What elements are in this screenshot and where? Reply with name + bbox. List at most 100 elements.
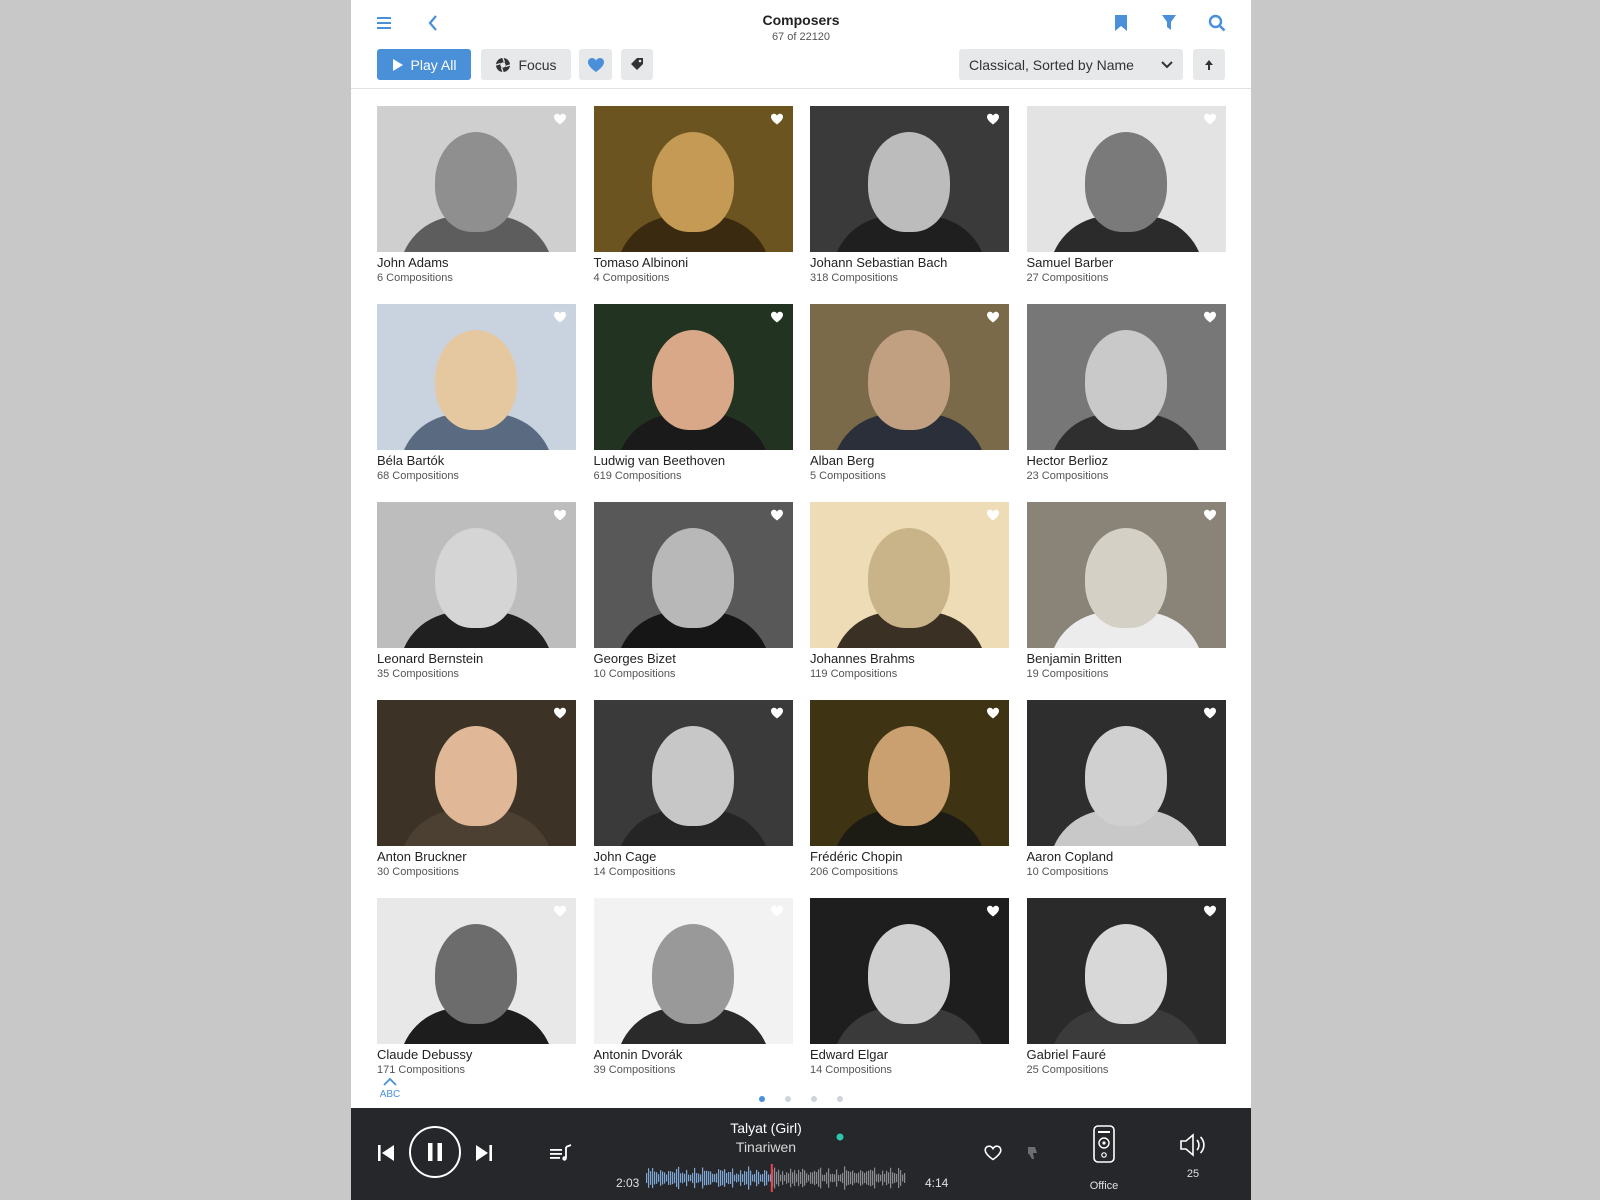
favorite-heart-icon[interactable] xyxy=(770,706,784,720)
photo-figure-head xyxy=(868,330,950,430)
composer-card[interactable]: John Cage 14 Compositions xyxy=(593,700,793,882)
menu-icon[interactable] xyxy=(371,9,399,37)
composer-card[interactable]: Benjamin Britten 19 Compositions xyxy=(1026,502,1226,684)
filter-icon[interactable] xyxy=(1155,9,1183,37)
composer-card[interactable]: Frédéric Chopin 206 Compositions xyxy=(810,700,1009,882)
favorite-heart-icon[interactable] xyxy=(553,508,567,522)
search-icon[interactable] xyxy=(1203,9,1231,37)
favorite-heart-icon[interactable] xyxy=(770,112,784,126)
favorite-heart-icon[interactable] xyxy=(553,904,567,918)
composer-photo[interactable] xyxy=(1026,106,1226,252)
composer-name: Alban Berg xyxy=(810,453,875,468)
waveform-bar xyxy=(734,1174,736,1182)
composer-photo[interactable] xyxy=(1026,898,1226,1044)
waveform-bar xyxy=(716,1173,718,1183)
favorite-heart-icon[interactable] xyxy=(1203,904,1217,918)
tags-button[interactable] xyxy=(621,49,653,80)
composer-card[interactable]: John Adams 6 Compositions xyxy=(377,106,576,288)
composer-card[interactable]: Johann Sebastian Bach 318 Compositions xyxy=(810,106,1009,288)
favorite-heart-icon[interactable] xyxy=(770,904,784,918)
composition-count: 14 Compositions xyxy=(810,1064,892,1076)
favorite-heart-icon[interactable] xyxy=(553,310,567,324)
sort-dropdown[interactable]: Classical, Sorted by Name xyxy=(959,49,1183,80)
photo-figure-head xyxy=(868,132,950,232)
favorite-heart-icon[interactable] xyxy=(1203,112,1217,126)
next-track-button[interactable] xyxy=(471,1140,497,1166)
composer-photo[interactable] xyxy=(377,502,576,648)
page-dot[interactable] xyxy=(785,1096,791,1102)
zone-button[interactable] xyxy=(1091,1124,1117,1164)
composer-card[interactable]: Tomaso Albinoni 4 Compositions xyxy=(593,106,793,288)
composer-card[interactable]: Edward Elgar 14 Compositions xyxy=(810,898,1009,1080)
composer-card[interactable]: Alban Berg 5 Compositions xyxy=(810,304,1009,486)
composer-photo[interactable] xyxy=(377,304,576,450)
sort-direction-button[interactable] xyxy=(1193,49,1225,80)
waveform-bar xyxy=(864,1172,866,1184)
favorite-heart-icon[interactable] xyxy=(770,310,784,324)
volume-button[interactable] xyxy=(1178,1130,1208,1160)
composer-photo[interactable] xyxy=(593,898,793,1044)
pause-button[interactable] xyxy=(409,1126,461,1178)
composer-card[interactable]: Ludwig van Beethoven 619 Compositions xyxy=(593,304,793,486)
waveform-bar xyxy=(718,1169,720,1187)
playhead-marker[interactable] xyxy=(770,1164,773,1192)
favorite-heart-icon[interactable] xyxy=(986,112,1000,126)
page-dot[interactable] xyxy=(759,1096,765,1102)
favorite-heart-icon[interactable] xyxy=(986,706,1000,720)
composer-photo[interactable] xyxy=(377,106,576,252)
favorite-heart-icon[interactable] xyxy=(986,508,1000,522)
composer-card[interactable]: Hector Berlioz 23 Compositions xyxy=(1026,304,1226,486)
play-all-button[interactable]: Play All xyxy=(377,49,471,80)
previous-track-button[interactable] xyxy=(373,1140,399,1166)
favorite-heart-icon[interactable] xyxy=(1203,706,1217,720)
page-dot[interactable] xyxy=(837,1096,843,1102)
composer-card[interactable]: Claude Debussy 171 Compositions xyxy=(377,898,576,1080)
page-dot[interactable] xyxy=(811,1096,817,1102)
waveform-seek-bar[interactable] xyxy=(646,1164,906,1192)
favorite-heart-icon[interactable] xyxy=(986,310,1000,324)
composer-name: Gabriel Fauré xyxy=(1026,1047,1106,1062)
ban-track-button[interactable] xyxy=(1021,1142,1045,1164)
composer-card[interactable]: Leonard Bernstein 35 Compositions xyxy=(377,502,576,684)
composer-photo[interactable] xyxy=(1026,700,1226,846)
composer-photo[interactable] xyxy=(1026,304,1226,450)
love-track-button[interactable] xyxy=(981,1142,1005,1164)
composer-photo[interactable] xyxy=(810,700,1009,846)
composer-photo[interactable] xyxy=(810,106,1009,252)
composer-name: Aaron Copland xyxy=(1026,849,1114,864)
bookmark-icon[interactable] xyxy=(1107,9,1135,37)
favorite-heart-icon[interactable] xyxy=(553,706,567,720)
composer-photo[interactable] xyxy=(593,502,793,648)
composer-photo[interactable] xyxy=(810,898,1009,1044)
focus-button[interactable]: Focus xyxy=(481,49,571,80)
composer-photo[interactable] xyxy=(593,700,793,846)
composer-photo[interactable] xyxy=(593,304,793,450)
waveform-bar xyxy=(806,1173,808,1183)
composer-card[interactable]: Antonin Dvorák 39 Compositions xyxy=(593,898,793,1080)
composer-photo[interactable] xyxy=(377,700,576,846)
composer-card[interactable]: Johannes Brahms 119 Compositions xyxy=(810,502,1009,684)
composer-card[interactable]: Anton Bruckner 30 Compositions xyxy=(377,700,576,882)
waveform-bar xyxy=(720,1170,722,1186)
favorite-heart-icon[interactable] xyxy=(986,904,1000,918)
favorite-heart-icon[interactable] xyxy=(1203,310,1217,324)
waveform-bar xyxy=(748,1166,750,1190)
favorites-filter-button[interactable] xyxy=(579,49,612,80)
composer-card[interactable]: Aaron Copland 10 Compositions xyxy=(1026,700,1226,882)
composer-photo[interactable] xyxy=(1026,502,1226,648)
track-info[interactable]: Talyat (Girl) Tinariwen xyxy=(651,1120,881,1155)
composer-photo[interactable] xyxy=(593,106,793,252)
composer-card[interactable]: Georges Bizet 10 Compositions xyxy=(593,502,793,684)
composer-card[interactable]: Béla Bartók 68 Compositions xyxy=(377,304,576,486)
waveform-bar xyxy=(820,1167,822,1189)
favorite-heart-icon[interactable] xyxy=(553,112,567,126)
composer-photo[interactable] xyxy=(377,898,576,1044)
composer-photo[interactable] xyxy=(810,502,1009,648)
favorite-heart-icon[interactable] xyxy=(1203,508,1217,522)
queue-button[interactable] xyxy=(547,1140,575,1166)
composer-card[interactable]: Samuel Barber 27 Compositions xyxy=(1026,106,1226,288)
composer-card[interactable]: Gabriel Fauré 25 Compositions xyxy=(1026,898,1226,1080)
back-icon[interactable] xyxy=(419,9,447,37)
favorite-heart-icon[interactable] xyxy=(770,508,784,522)
composer-photo[interactable] xyxy=(810,304,1009,450)
